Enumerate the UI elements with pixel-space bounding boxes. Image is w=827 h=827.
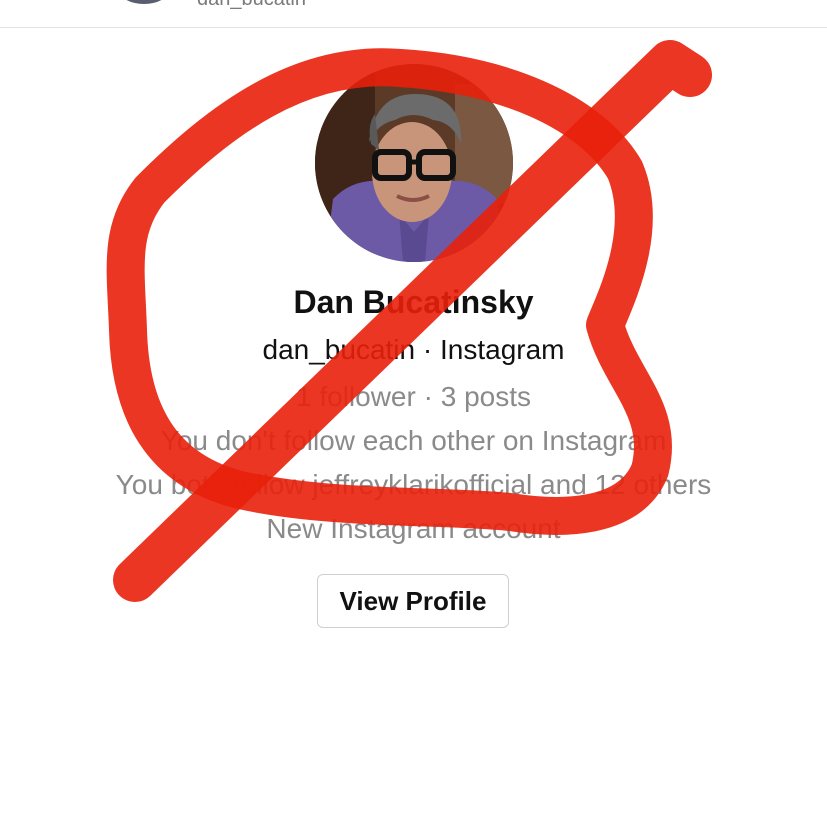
post-count: 3 posts	[440, 381, 531, 412]
mutual-followers: You both follow jeffreyklarikofficial an…	[115, 469, 712, 500]
profile-avatar	[315, 64, 513, 262]
profile-stats: 1 follower · 3 posts	[0, 381, 827, 413]
view-profile-button[interactable]: View Profile	[317, 574, 509, 628]
profile-platform: Instagram	[439, 334, 565, 365]
header-username: dan_bucatin	[197, 0, 306, 11]
profile-card-screen: dan_bucatin Dan Bucatinsky dan_bucatin ·…	[0, 0, 827, 827]
stats-separator: ·	[423, 381, 433, 412]
profile-handle-line: dan_bucatin · Instagram	[0, 334, 827, 366]
account-note: New Instagram account	[266, 513, 561, 544]
follower-count: 1 follower	[295, 381, 416, 412]
profile-handle: dan_bucatin	[262, 334, 416, 365]
handle-separator: ·	[422, 334, 433, 365]
header-avatar	[120, 0, 168, 4]
top-bar: dan_bucatin	[0, 0, 827, 28]
avatar-photo	[315, 64, 513, 262]
profile-name: Dan Bucatinsky	[293, 284, 534, 320]
follow-status: You don't follow each other on Instagram	[160, 425, 667, 456]
